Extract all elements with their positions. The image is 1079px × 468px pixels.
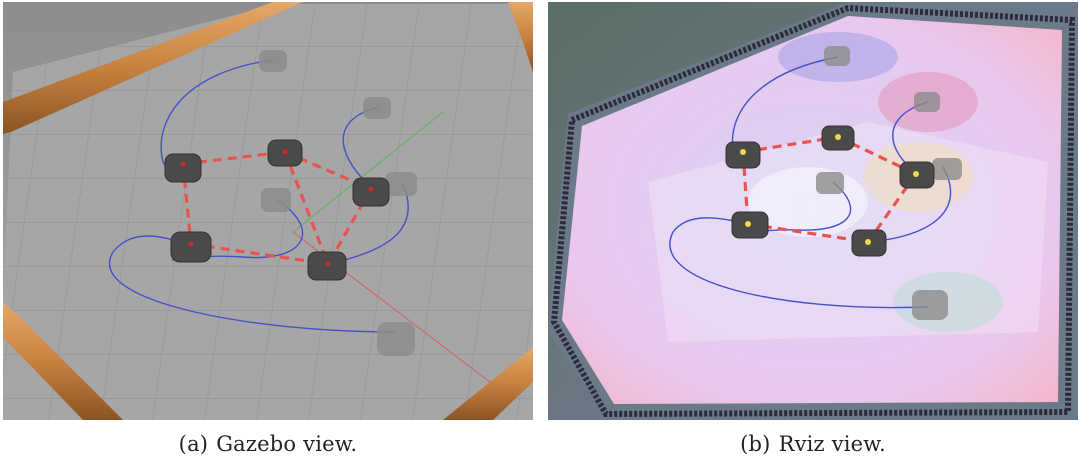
caption-label: (a) [178,432,209,456]
caption-label: (b) [740,432,771,456]
robot-icon [352,177,390,207]
ghost-robot-icon [363,97,391,119]
ghost-robot-icon [912,290,948,320]
gazebo-view-panel [3,2,533,420]
ghost-robot-icon [816,172,844,194]
caption-rviz: (b) Rviz view. [548,432,1078,456]
ghost-robot-icon [932,158,962,180]
caption-text: Rviz view. [778,432,886,456]
ghost-robot-icon [385,172,417,196]
gazebo-scene [3,2,533,420]
rviz-view-panel [548,2,1078,420]
ghost-robot-icon [261,188,291,212]
robot-icon [170,231,212,263]
ghost-robot-icon [914,92,940,112]
caption-text: Gazebo view. [216,432,358,456]
ghost-robot-icon [259,50,287,72]
robot-icon [164,153,202,183]
caption-gazebo: (a) Gazebo view. [3,432,533,456]
rviz-scene [548,2,1078,420]
ghost-robot-icon [377,322,415,356]
figure: (a) Gazebo view. (b) Rviz view. [0,0,1079,468]
ghost-robot-icon [824,46,850,66]
